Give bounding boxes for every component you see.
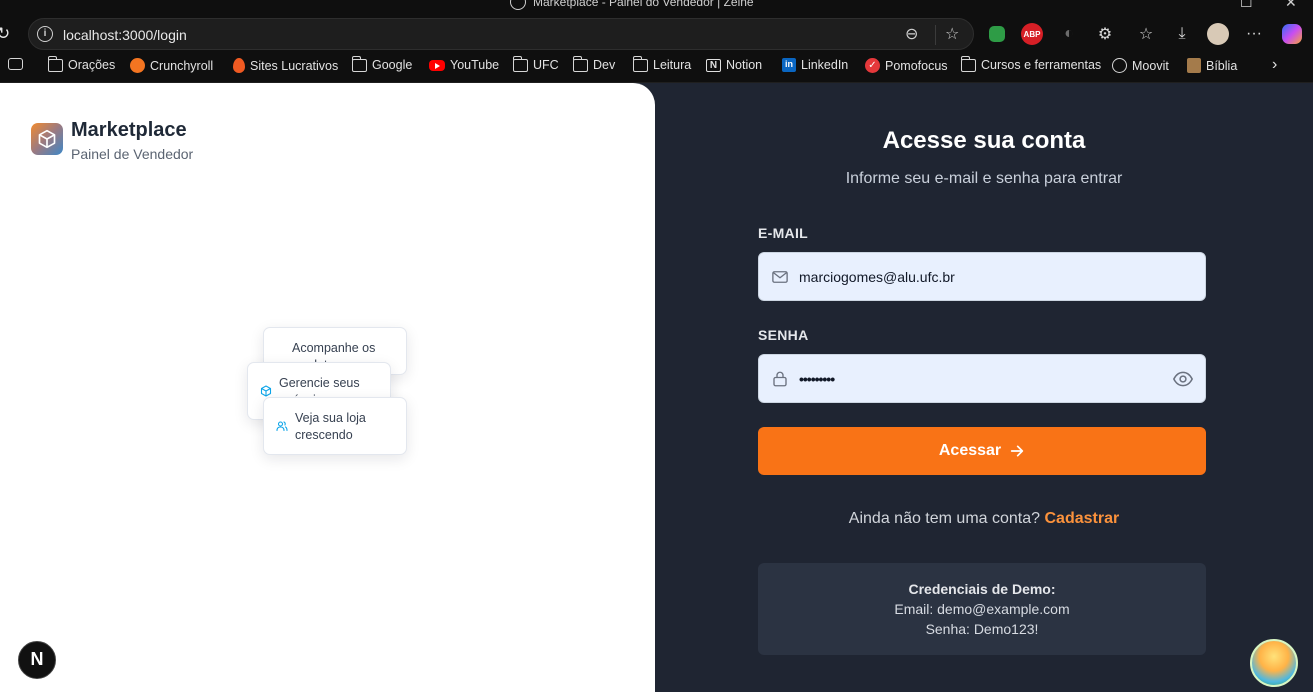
biblia-icon <box>1187 58 1201 73</box>
demo-credentials-box: Credenciais de Demo: Email: demo@example… <box>758 563 1206 655</box>
address-divider <box>935 25 936 45</box>
demo-email: Email: demo@example.com <box>894 601 1070 617</box>
adblock-plus-icon[interactable]: ABP <box>1021 23 1043 45</box>
extension-green-icon[interactable] <box>989 26 1005 42</box>
downloads-icon[interactable]: ⤓ <box>1171 23 1193 45</box>
mail-icon <box>772 271 788 283</box>
bookmark-biblia[interactable]: Bíblia <box>1187 58 1237 73</box>
bookmark-crunchyroll[interactable]: Crunchyroll <box>130 58 213 73</box>
bookmarks-bar: Orações Crunchyroll Sites Lucrativos Goo… <box>0 52 1313 83</box>
lock-icon <box>773 371 787 387</box>
feature-card-text: Veja sua loja crescendo <box>295 411 366 442</box>
url-text[interactable]: localhost:3000/login <box>63 27 187 43</box>
password-value[interactable]: ••••••••• <box>799 371 835 387</box>
brand-subtitle: Painel de Vendedor <box>71 146 194 162</box>
brand-panel: Marketplace Painel de Vendedor Acompanhe… <box>0 83 655 692</box>
bookmark-oracoes[interactable]: Orações <box>48 55 115 72</box>
password-field[interactable]: ••••••••• <box>758 354 1206 403</box>
demo-title: Credenciais de Demo: <box>908 581 1056 597</box>
folder-icon <box>352 55 367 72</box>
bookmark-leitura[interactable]: Leitura <box>633 55 691 72</box>
maximize-icon[interactable]: ☐ <box>1240 0 1253 11</box>
signup-prompt: Ainda não tem uma conta? Cadastrar <box>655 510 1313 528</box>
floating-extension-button[interactable] <box>1250 639 1298 687</box>
submit-label: Acessar <box>938 442 1002 459</box>
reading-mode-icon[interactable]: ⊖ <box>905 24 918 44</box>
email-field[interactable]: marciogomes@alu.ufc.br <box>758 252 1206 301</box>
signup-prompt-text: Ainda não tem uma conta? <box>848 510 1041 527</box>
folder-icon <box>961 55 976 72</box>
fire-icon <box>233 58 245 73</box>
bookmark-notion[interactable]: N Notion <box>706 58 762 72</box>
globe-icon <box>1112 58 1127 73</box>
browser-toolbar: ↻ i localhost:3000/login ⊖ ☆ ABP ◐ ⚙ ☆ ⤓… <box>0 16 1313 52</box>
users-icon <box>276 421 288 432</box>
login-title: Acesse sua conta <box>882 127 1086 154</box>
login-page: Marketplace Painel de Vendedor Acompanhe… <box>0 83 1313 692</box>
demo-password: Senha: Demo123! <box>925 621 1039 637</box>
site-info-icon[interactable]: i <box>37 26 53 42</box>
youtube-icon <box>429 59 445 71</box>
bookmark-cursos[interactable]: Cursos e ferramentas <box>961 55 1101 72</box>
bookmark-youtube[interactable]: YouTube <box>429 58 499 72</box>
email-label: E-MAIL <box>758 225 809 241</box>
crunchyroll-icon <box>130 58 145 73</box>
close-icon[interactable]: ✕ <box>1285 0 1297 11</box>
bookmark-google[interactable]: Google <box>352 55 412 72</box>
profile-avatar[interactable] <box>1207 23 1229 45</box>
bookmark-moovit[interactable]: Moovit <box>1112 58 1169 73</box>
password-label: SENHA <box>758 327 809 343</box>
bookmark-sites-lucrativos[interactable]: Sites Lucrativos <box>233 58 338 73</box>
bookmark-pomofocus[interactable]: ✓ Pomofocus <box>865 58 948 73</box>
favorites-icon[interactable]: ☆ <box>1135 23 1157 45</box>
folder-icon <box>48 55 63 72</box>
login-submit-button[interactable]: Acessar <box>758 427 1206 475</box>
signup-link[interactable]: Cadastrar <box>1044 510 1119 527</box>
folder-icon <box>633 55 648 72</box>
browser-titlebar: Marketplace - Painel do Vendedor | Zeine… <box>0 0 1313 16</box>
reload-icon[interactable]: ↻ <box>0 24 10 44</box>
favorite-star-icon[interactable]: ☆ <box>945 24 959 44</box>
notion-icon: N <box>706 58 721 72</box>
chevron-right-icon[interactable]: › <box>1272 56 1277 74</box>
reading-list-icon[interactable] <box>8 58 23 70</box>
feature-card-loja: Veja sua loja crescendo <box>263 397 407 455</box>
email-value[interactable]: marciogomes@alu.ufc.br <box>799 269 955 285</box>
bookmark-linkedin[interactable]: in LinkedIn <box>782 58 848 72</box>
copilot-icon[interactable] <box>1282 24 1302 44</box>
pomofocus-icon: ✓ <box>865 58 880 73</box>
folder-icon <box>573 55 588 72</box>
linkedin-icon: in <box>782 58 796 72</box>
bookmark-ufc[interactable]: UFC <box>513 55 559 72</box>
box-icon <box>260 385 272 397</box>
address-bar[interactable]: i localhost:3000/login ⊖ ☆ <box>28 18 974 50</box>
show-password-eye-icon[interactable] <box>1173 371 1193 387</box>
arrow-right-icon <box>1010 445 1024 457</box>
bookmark-dev[interactable]: Dev <box>573 55 615 72</box>
globe-icon <box>510 0 526 10</box>
login-subtitle: Informe seu e-mail e senha para entrar <box>845 170 1123 187</box>
window-title: Marketplace - Painel do Vendedor | Zeine <box>533 0 754 9</box>
extension-grey-icon[interactable]: ◐ <box>1058 23 1080 45</box>
more-menu-icon[interactable]: ··· <box>1243 23 1265 45</box>
marketplace-logo-icon <box>31 123 63 155</box>
extensions-puzzle-icon[interactable]: ⚙ <box>1094 23 1116 45</box>
folder-icon <box>513 55 528 72</box>
nextjs-dev-badge[interactable]: N <box>18 641 56 679</box>
brand-name: Marketplace <box>71 119 187 141</box>
